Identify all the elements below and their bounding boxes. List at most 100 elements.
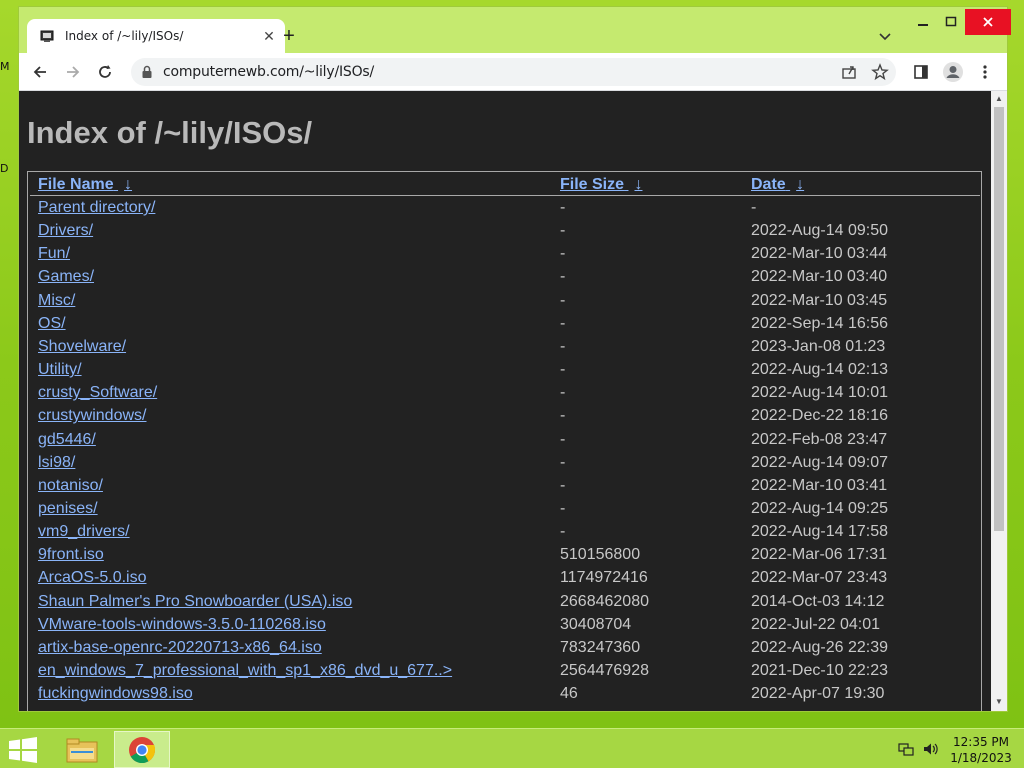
file-name-link[interactable]: ArcaOS-5.0.iso [38,569,146,587]
file-date: 2022-Dec-22 18:16 [751,407,888,425]
tab-title: Index of /~lily/ISOs/ [65,29,184,43]
header-date-label[interactable]: Date [751,176,786,193]
file-name-link[interactable]: VMware-tools-windows-3.5.0-110268.iso [38,616,326,634]
table-row: penises/ - 2022-Aug-14 09:25 [28,500,978,523]
file-date: 2022-Apr-07 19:30 [751,685,885,703]
reload-icon[interactable] [93,60,117,84]
table-row: Shaun Palmer's Pro Snowboarder (USA).iso… [28,593,978,616]
table-row: Utility/ - 2022-Aug-14 02:13 [28,361,978,384]
column-header-date[interactable]: Date ↓ [751,176,804,196]
file-name-link[interactable]: OS/ [38,315,66,333]
file-name-link[interactable]: 9front.iso [38,546,104,564]
vertical-scrollbar[interactable]: ▲ ▼ [991,91,1007,711]
file-name-link[interactable]: penises/ [38,500,98,518]
file-date: 2022-Mar-06 17:31 [751,546,888,564]
column-header-file-size[interactable]: File Size ↓ [560,176,642,196]
file-date: 2022-Aug-14 10:01 [751,384,888,402]
file-size: - [560,337,566,355]
file-name-link[interactable]: Parent directory/ [38,199,155,217]
sort-arrow-icon[interactable]: ↓ [796,176,804,193]
file-name-link[interactable]: Utility/ [38,361,82,379]
url-text[interactable]: computernewb.com/~lily/ISOs/ [163,64,374,80]
file-name-link[interactable]: lsi98/ [38,454,75,472]
file-name-link[interactable]: Misc/ [38,292,75,310]
file-listing-table: File Name ↓ File Size ↓ Date ↓ Parent di… [27,171,982,711]
file-size: - [560,523,566,541]
browser-toolbar: computernewb.com/~lily/ISOs/ [19,53,1007,91]
browser-tab[interactable]: Index of /~lily/ISOs/ ✕ [27,19,285,53]
file-name-link[interactable]: fuckingwindows98.iso [38,685,193,703]
file-name-link[interactable]: crusty_Software/ [38,384,157,402]
file-explorer-icon[interactable] [54,731,110,768]
file-name-link[interactable]: gd5446/ [38,431,96,449]
file-size: - [560,291,566,309]
file-name-link[interactable]: artix-base-openrc-20220713-x86_64.iso [38,639,322,657]
file-name-link[interactable]: Drivers/ [38,222,93,240]
header-size-label[interactable]: File Size [560,176,624,193]
file-size: 783247360 [560,638,641,656]
file-size: - [560,314,566,332]
profile-avatar-icon[interactable] [941,60,965,84]
file-date: 2022-Aug-14 09:50 [751,222,888,240]
file-name-link[interactable]: vm9_drivers/ [38,523,130,541]
file-date: 2022-Jul-22 04:01 [751,615,880,633]
table-row: Misc/ - 2022-Mar-10 03:45 [28,292,978,315]
desktop-icon-partial[interactable]: M [0,60,10,74]
table-row: VMware-tools-windows-3.5.0-110268.iso 304… [28,616,978,639]
file-name-link[interactable]: crustywindows/ [38,407,146,425]
file-size: 2564476928 [560,662,649,679]
file-date: 2023-Jan-08 01:23 [751,337,886,355]
file-size: 1174972416 [560,569,648,587]
forward-arrow-icon[interactable] [61,60,85,84]
table-row: 9front.iso 510156800 2022-Mar-06 17:31 [28,546,978,569]
page-viewport[interactable]: Index of /~lily/ISOs/ File Name ↓ File S… [19,91,1007,711]
address-bar[interactable]: computernewb.com/~lily/ISOs/ [131,58,896,86]
sort-arrow-icon[interactable]: ↓ [634,176,642,193]
bookmark-star-icon[interactable] [871,63,889,81]
menu-kebab-icon[interactable] [973,60,997,84]
file-date: 2021-Dec-10 22:23 [751,662,888,679]
network-icon[interactable] [898,741,914,757]
file-date: 2022-Aug-14 02:13 [751,361,888,379]
file-date: 2014-Oct-03 14:12 [751,592,885,610]
tab-close-icon[interactable]: ✕ [261,28,277,44]
back-arrow-icon[interactable] [28,60,52,84]
table-row: OS/ - 2022-Sep-14 16:56 [28,315,978,338]
windows-start-icon[interactable] [8,737,40,763]
file-name-link[interactable]: Shaun Palmer's Pro Snowboarder (USA).iso [38,593,352,611]
scroll-down-arrow-icon[interactable]: ▼ [994,697,1004,707]
table-row: Games/ - 2022-Mar-10 03:40 [28,268,978,291]
table-row: Drivers/ - 2022-Aug-14 09:50 [28,222,978,245]
file-size: - [560,430,566,448]
sort-arrow-icon[interactable]: ↓ [124,176,132,193]
file-name-link[interactable]: notaniso/ [38,477,103,495]
file-date: 2022-Feb-08 23:47 [751,430,888,448]
browser-window: Index of /~lily/ISOs/ ✕ + computernewb.c… [18,6,1011,712]
desktop-icon-partial[interactable]: D [0,162,10,176]
file-date: 2022-Aug-14 09:25 [751,499,888,517]
system-clock[interactable]: 12:35 PM 1/18/2023 [948,734,1014,766]
tab-search-chevron-icon[interactable] [876,27,894,45]
share-icon[interactable] [840,63,858,81]
favicon-icon [39,28,55,44]
file-name-link[interactable]: Fun/ [38,245,70,263]
close-icon[interactable] [965,9,1011,35]
column-header-file-name[interactable]: File Name ↓ [38,176,132,196]
chrome-icon[interactable] [114,731,170,768]
file-size: - [560,268,566,286]
volume-icon[interactable] [922,741,938,757]
file-size: 2668462080 [560,592,649,610]
header-name-label[interactable]: File Name [38,176,114,193]
scrollbar-thumb[interactable] [994,107,1004,531]
table-row: lsi98/ - 2022-Aug-14 09:07 [28,454,978,477]
file-date: 2022-Mar-10 03:45 [751,291,888,309]
new-tab-button[interactable]: + [277,25,301,49]
file-name-link[interactable]: en_windows_7_professional_with_sp1_x86_d… [38,662,452,680]
lock-icon[interactable] [141,65,153,79]
file-size: 46 [560,685,578,703]
file-name-link[interactable]: Games/ [38,268,94,286]
scroll-up-arrow-icon[interactable]: ▲ [994,94,1004,104]
file-name-link[interactable]: Shovelware/ [38,338,126,356]
side-panel-icon[interactable] [909,60,933,84]
maximize-icon[interactable] [935,9,967,35]
